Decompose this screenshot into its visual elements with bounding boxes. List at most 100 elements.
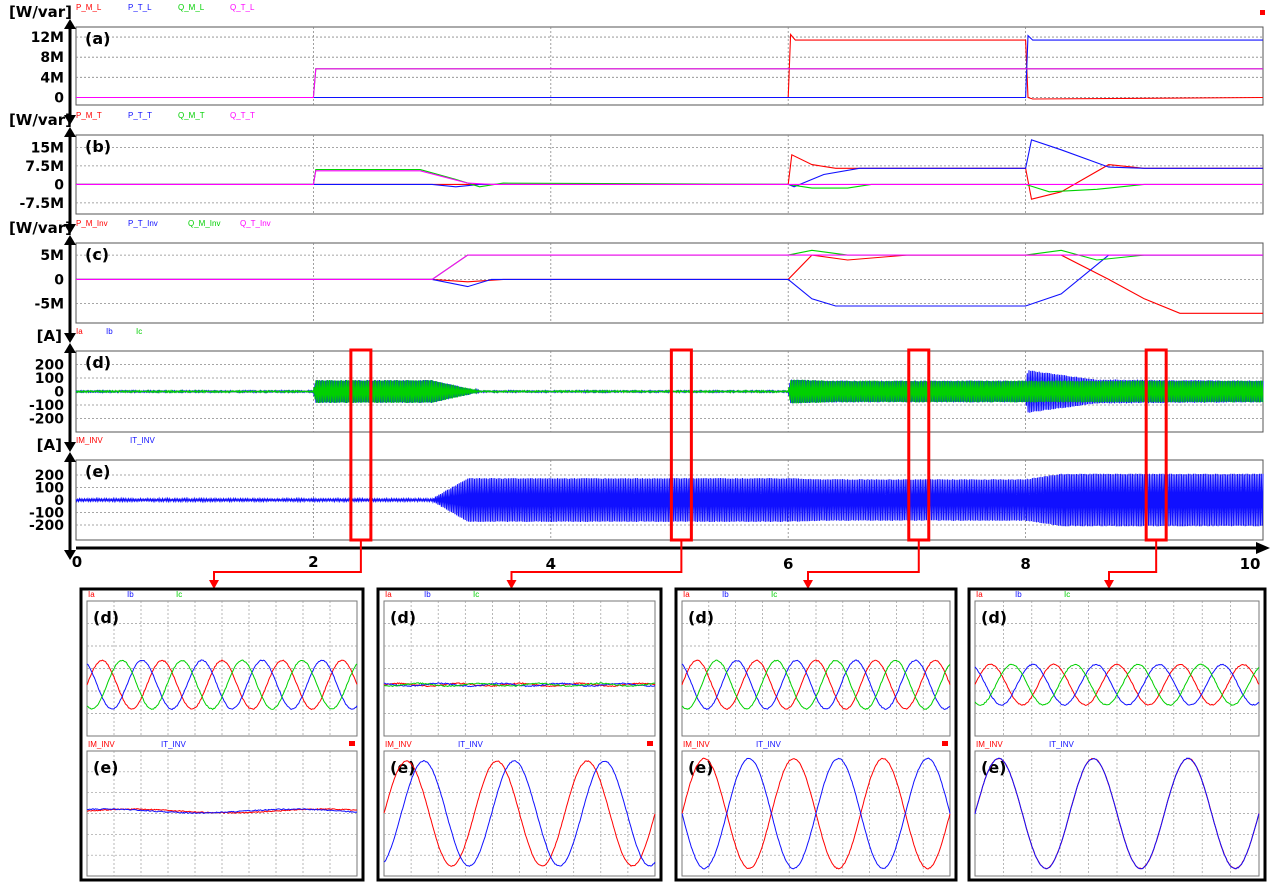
panel-label: (d) — [85, 353, 111, 372]
panel-label: (e) — [93, 758, 118, 777]
legend-Q_T_Inv: Q_T_Inv — [240, 219, 271, 228]
panel-label: (c) — [85, 245, 109, 264]
y-tick-label: 0 — [54, 177, 64, 193]
y-tick-label: -5M — [35, 297, 64, 313]
inset-e-plot: IM_INV IT_INV(e) — [974, 740, 1260, 877]
panel-label: (a) — [85, 29, 110, 48]
panel-d: 2001000-100-200[A] Ia Ib Ic(d) — [29, 327, 1264, 452]
legend-Q_T_T: Q_T_T — [230, 111, 255, 120]
y-axis-arrow-down — [64, 442, 76, 452]
x-tick-label: 2 — [308, 553, 318, 571]
legend-IM_INV: IM_INV — [976, 740, 1003, 749]
inset-e-plot: IM_INV IT_INV(e) — [681, 740, 951, 877]
legend-Ib: Ib — [424, 590, 431, 599]
inset-d-plot: Ia Ib Ic (d) — [383, 590, 656, 737]
zoom-connector — [1108, 540, 1158, 582]
legend-Ic: Ic — [176, 590, 182, 599]
x-tick-label: 4 — [546, 555, 556, 573]
legend-Ic: Ic — [771, 590, 777, 599]
y-axis-label: [W/var] — [9, 219, 72, 237]
legend-IM_INV: IM_INV — [385, 740, 412, 749]
legend-Q_T_L: Q_T_L — [230, 3, 255, 12]
legend-Ib: Ib — [127, 590, 134, 599]
panel-label: (e) — [390, 758, 415, 777]
legend-Ia: Ia — [683, 590, 690, 599]
zoom-connector — [807, 540, 920, 582]
y-tick-label: 0 — [54, 272, 64, 288]
y-tick-label: 5M — [40, 248, 64, 264]
legend-P_T_L: P_T_L — [128, 3, 152, 12]
panel-label: (b) — [85, 137, 111, 156]
plot-frame — [75, 134, 1264, 215]
panel-label: (e) — [85, 462, 110, 481]
x-axis-arrow — [1256, 542, 1270, 554]
legend-Ic: Ic — [136, 327, 142, 336]
legend-IT_INV: IT_INV — [458, 740, 484, 749]
y-tick-label: 4M — [40, 70, 64, 86]
x-tick-label: 8 — [1020, 555, 1030, 573]
panel-label: (d) — [981, 608, 1007, 627]
y-axis-arrow-up — [64, 452, 76, 462]
status-marker — [1260, 10, 1265, 15]
zoom-connector — [510, 540, 683, 582]
legend-IM_INV: IM_INV — [683, 740, 710, 749]
legend-Ia: Ia — [76, 327, 83, 336]
legend-IT_INV: IT_INV — [756, 740, 782, 749]
legend-Ic: Ic — [1064, 590, 1070, 599]
status-marker — [349, 741, 355, 746]
panel-label: (d) — [390, 608, 416, 627]
legend-Q_M_L: Q_M_L — [178, 3, 205, 12]
legend-Q_M_T: Q_M_T — [178, 111, 205, 120]
legend-IM_INV: IM_INV — [76, 436, 103, 445]
legend-P_M_L: P_M_L — [76, 3, 102, 12]
legend-Ia: Ia — [88, 590, 95, 599]
inset-d-plot: Ia Ib Ic (d) — [681, 590, 951, 737]
legend-Ia: Ia — [385, 590, 392, 599]
legend-Ib: Ib — [722, 590, 729, 599]
legend-IT_INV: IT_INV — [130, 436, 156, 445]
y-tick-label: -7.5M — [19, 196, 64, 212]
y-axis-label: [W/var] — [9, 3, 72, 21]
legend-IM_INV: IM_INV — [88, 740, 115, 749]
inset-e-plot: IM_INV IT_INV (e) — [383, 740, 656, 877]
y-axis-arrow-up — [64, 343, 76, 353]
panel-e: 2001000-100-200[A] IM_INV IT_INV(e) — [29, 436, 1264, 560]
legend-P_M_Inv: P_M_Inv — [76, 219, 108, 228]
y-axis-label: [W/var] — [9, 111, 72, 129]
inset-d-plot: Ia Ib Ic (d) — [86, 590, 358, 737]
legend-Ib: Ib — [106, 327, 113, 336]
y-axis-arrow-down — [64, 333, 76, 343]
legend-P_T_Inv: P_T_Inv — [128, 219, 158, 228]
y-axis-label: [A] — [37, 327, 62, 345]
status-marker — [647, 741, 653, 746]
legend-IT_INV: IT_INV — [1049, 740, 1075, 749]
y-tick-label: 15M — [31, 140, 64, 156]
y-tick-label: 12M — [31, 30, 64, 46]
y-tick-label: -200 — [29, 518, 64, 534]
panel-label: (d) — [688, 608, 714, 627]
y-tick-label: 7.5M — [25, 159, 64, 175]
panel-c: 5M 0 -5M [W/var] P_M_Inv P_T_Inv Q_M_Inv Q_T_In… — [9, 219, 1264, 343]
panel-label: (d) — [93, 608, 119, 627]
legend-Ic: Ic — [473, 590, 479, 599]
zoom-connector — [213, 540, 362, 582]
y-tick-label: 8M — [40, 50, 64, 66]
y-tick-label: 0 — [54, 90, 64, 106]
waveform-figure: 12M 8M 4M 0 [W/var] P_M_L P_T_L Q_M_L Q_T_L (a) 15… — [9, 3, 1270, 882]
inset-e-plot: IM_INV IT_INV (e) — [86, 740, 358, 877]
legend-P_M_T: P_M_T — [76, 111, 102, 120]
status-marker — [942, 741, 948, 746]
legend-P_T_T: P_T_T — [128, 111, 152, 120]
panel-a: 12M 8M 4M 0 [W/var] P_M_L P_T_L Q_M_L Q_T_L (a) — [9, 3, 1264, 125]
y-tick-label: -200 — [29, 412, 64, 428]
x-tick-label: 6 — [783, 555, 793, 573]
x-tick-label: 10 — [1240, 555, 1261, 573]
inset-d-plot: Ia Ib Ic (d) — [974, 590, 1260, 737]
legend-IT_INV: IT_INV — [161, 740, 187, 749]
plot-frame — [75, 26, 1264, 106]
y-axis-label: [A] — [37, 436, 62, 454]
legend-Ia: Ia — [976, 590, 983, 599]
legend-Q_M_Inv: Q_M_Inv — [188, 219, 220, 228]
legend-Ib: Ib — [1015, 590, 1022, 599]
panel-b: 15M 7.5M 0 -7.5M [W/var] P_M_T P_T_T Q_M_T Q_T_T… — [9, 111, 1264, 234]
